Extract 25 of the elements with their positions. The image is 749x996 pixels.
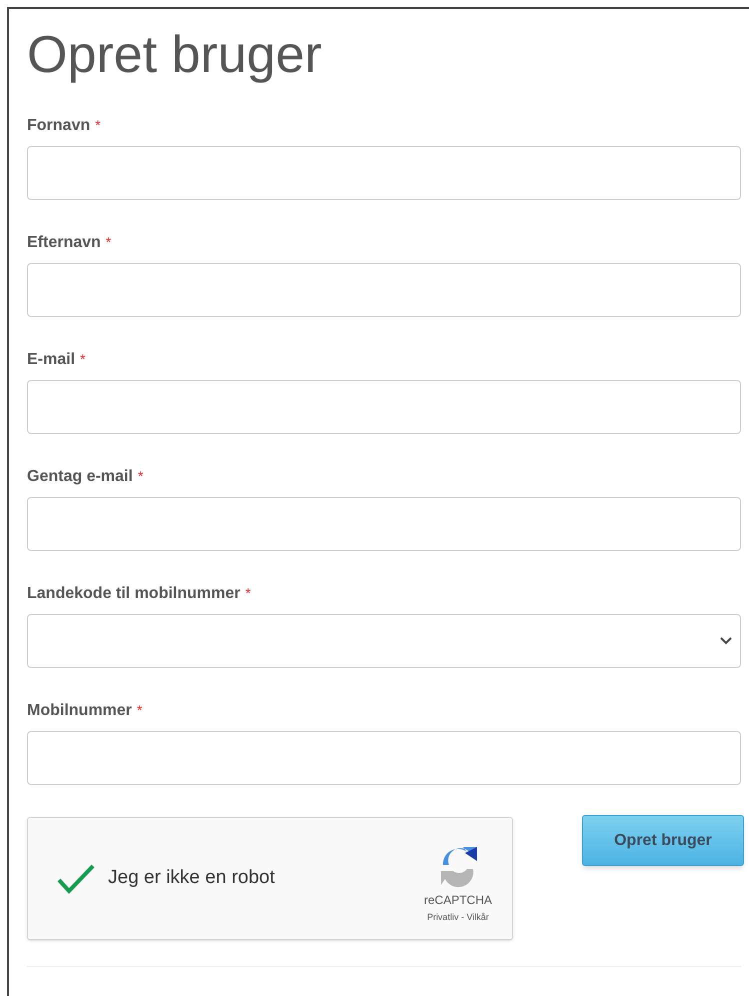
required-mark: *: [136, 701, 142, 720]
required-mark: *: [95, 116, 101, 135]
page-title: Opret bruger: [27, 25, 323, 86]
submit-button[interactable]: Opret bruger: [582, 815, 744, 866]
field-label: Fornavn: [27, 116, 90, 136]
input-field[interactable]: [27, 146, 741, 200]
field-label: Efternavn: [27, 232, 101, 252]
select-field[interactable]: [27, 614, 741, 668]
field-label: E-mail: [27, 350, 76, 370]
required-mark: *: [106, 233, 112, 252]
input-field[interactable]: [27, 263, 741, 317]
input-field[interactable]: [27, 380, 741, 434]
required-mark: *: [138, 467, 144, 486]
field-label: Mobilnummer: [27, 700, 132, 720]
input-field[interactable]: [27, 497, 741, 551]
field-label: Landekode til mobilnummer: [27, 584, 240, 604]
field-label: Gentag e-mail: [27, 466, 133, 486]
recaptcha-brand: reCAPTCHA: [424, 892, 492, 909]
chevron-down-icon: [720, 637, 732, 645]
check-icon: [56, 862, 96, 894]
required-mark: *: [80, 350, 86, 369]
captcha-label: Jeg er ikke en robot: [108, 866, 275, 890]
privacy-terms-links[interactable]: Privatliv - Vilkår: [427, 910, 489, 924]
required-mark: *: [245, 584, 251, 603]
input-field[interactable]: [27, 731, 741, 785]
